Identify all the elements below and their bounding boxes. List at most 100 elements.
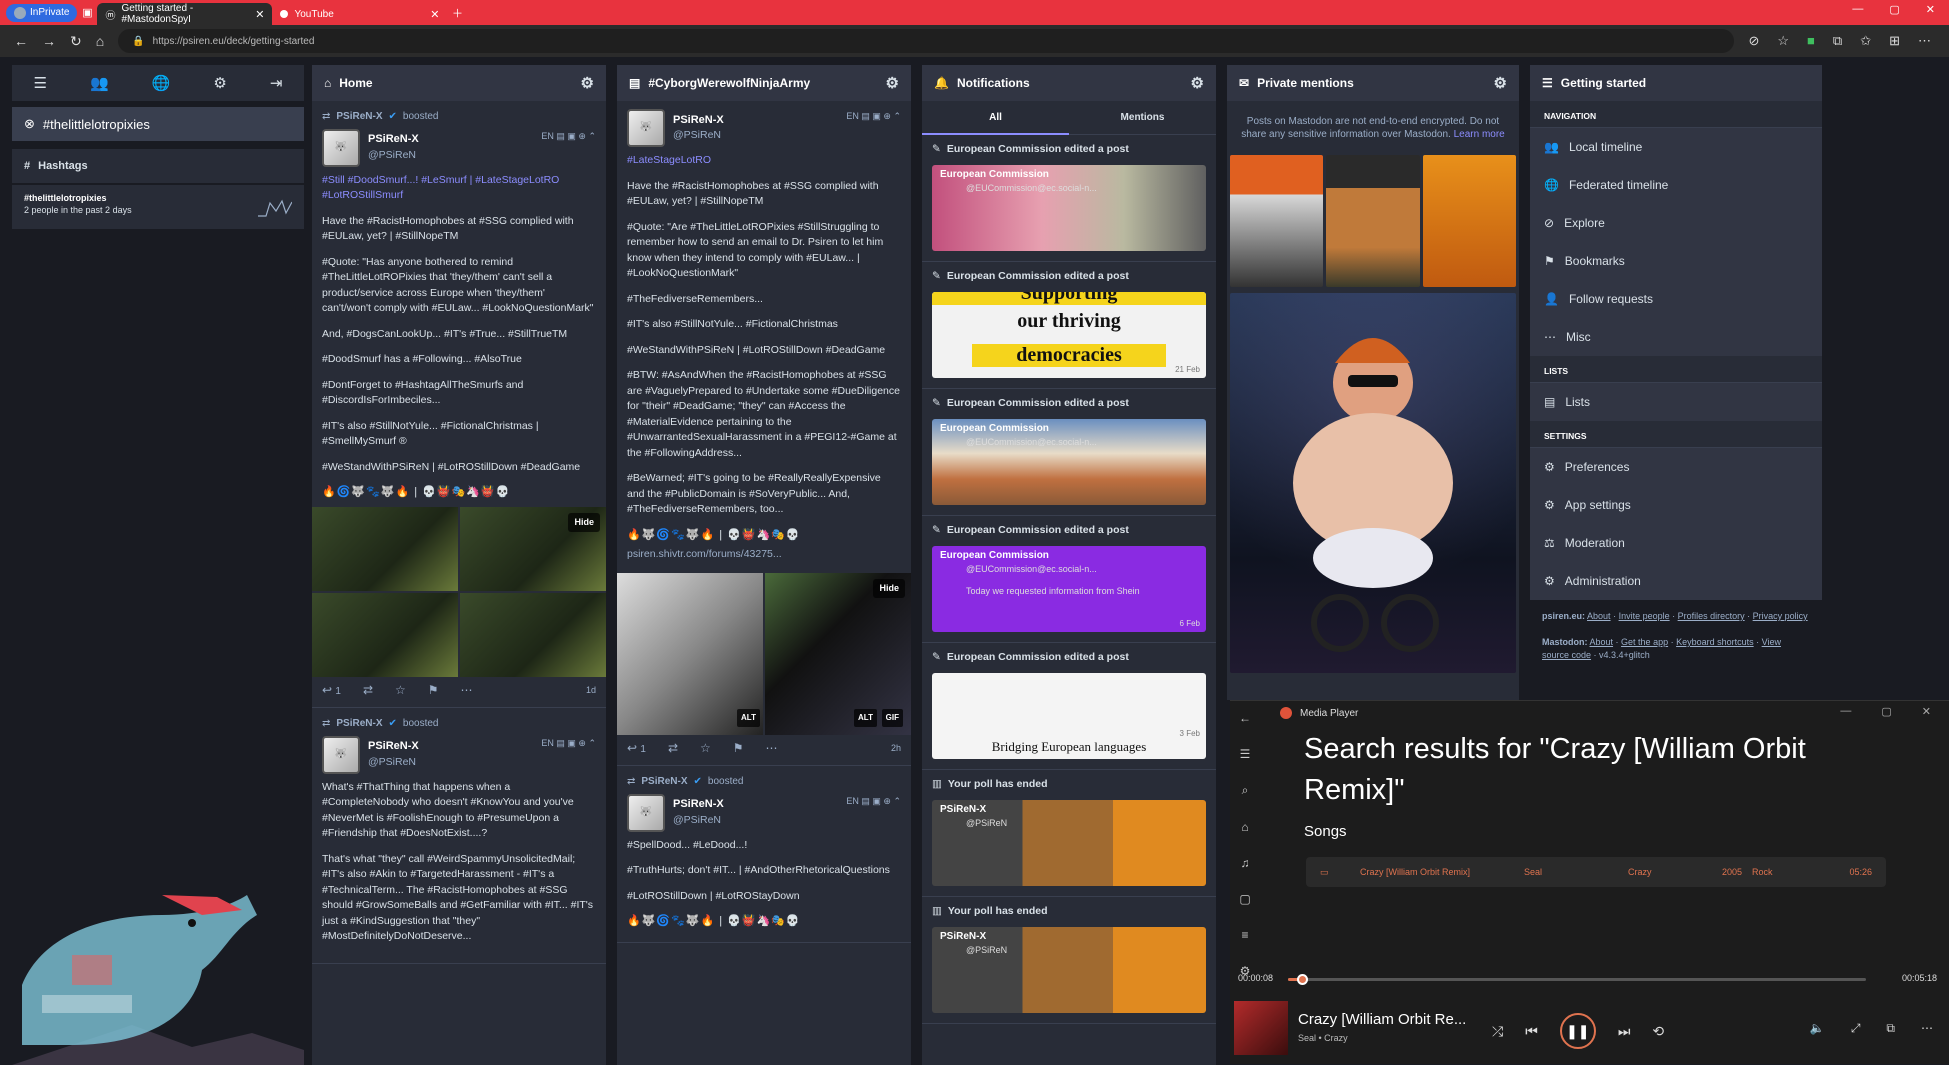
- shuffle-icon[interactable]: ⤮: [1492, 1023, 1503, 1040]
- nav-preferences[interactable]: ⚙ Preferences: [1530, 448, 1822, 486]
- reply-button[interactable]: ↩ 1: [627, 741, 646, 758]
- maximize-icon[interactable]: ▢: [1881, 705, 1891, 718]
- private-mentions-header[interactable]: ✉ Private mentions ⚙: [1227, 65, 1519, 101]
- close-circle-icon[interactable]: ⊗: [24, 116, 35, 132]
- tab-all[interactable]: All: [922, 101, 1069, 135]
- minimize-icon[interactable]: —: [1852, 3, 1863, 16]
- post-preview-card[interactable]: European Commission @EUCommission@ec.soc…: [932, 546, 1206, 632]
- collections-icon[interactable]: ⊞: [1889, 33, 1900, 49]
- media-thumbnail[interactable]: [1422, 155, 1516, 287]
- media-thumbnail[interactable]: [312, 506, 458, 591]
- booster-name[interactable]: PSiReN-X: [336, 716, 382, 732]
- nav-bookmarks[interactable]: ⚑ Bookmarks: [1530, 242, 1822, 280]
- miniplayer-icon[interactable]: ⧉: [1886, 1021, 1895, 1036]
- close-tab-icon[interactable]: ✕: [430, 8, 439, 21]
- post-author[interactable]: 🐺 PSiReN-X @PSiReN EN ▤ ▣ ⊕ ⌃: [322, 128, 596, 167]
- music-note-icon[interactable]: ♫: [1241, 856, 1250, 870]
- favourite-button[interactable]: ☆: [700, 741, 711, 757]
- avatar[interactable]: 🐺: [627, 793, 665, 832]
- poll-notification[interactable]: ▥ Your poll has ended PSiReN-X @PSiReN: [922, 897, 1216, 1024]
- nav-lists[interactable]: ▤ Lists: [1530, 383, 1822, 421]
- settings-icon[interactable]: ⚙: [213, 74, 226, 92]
- more-options-icon[interactable]: ⋯: [1921, 1021, 1933, 1036]
- close-window-icon[interactable]: ✕: [1926, 3, 1935, 16]
- favorites-icon[interactable]: ✩: [1860, 33, 1871, 49]
- song-row[interactable]: ▭ Crazy [William Orbit Remix] Seal Crazy…: [1306, 857, 1886, 887]
- pause-button[interactable]: ❚❚: [1559, 1013, 1596, 1049]
- status-post[interactable]: ⇄ PSiReN-X ✔ boosted 🐺 PSiReN-X @PSiReN EN ▤…: [312, 708, 606, 964]
- forward-icon[interactable]: →: [42, 33, 56, 49]
- media-gallery[interactable]: [1227, 155, 1519, 287]
- media-gallery[interactable]: Hide: [312, 506, 606, 677]
- people-icon[interactable]: 👥: [90, 74, 109, 92]
- media-thumbnail[interactable]: [460, 592, 606, 677]
- close-tab-icon[interactable]: ✕: [255, 8, 264, 21]
- next-icon[interactable]: ⏭: [1618, 1023, 1631, 1040]
- post-preview-card[interactable]: European Commission @EUCommission@ec.soc…: [932, 165, 1206, 251]
- bookmark-button[interactable]: ⚑: [733, 741, 744, 757]
- tracking-icon[interactable]: ⊘: [1748, 33, 1759, 49]
- post-time[interactable]: 2h: [891, 741, 901, 757]
- nav-administration[interactable]: ⚙ Administration: [1530, 562, 1822, 600]
- home-icon[interactable]: ⌂: [96, 33, 104, 49]
- search-icon[interactable]: ⌕: [1242, 783, 1249, 798]
- nav-follow-requests[interactable]: 👤 Follow requests: [1530, 280, 1822, 318]
- menu-dots-icon[interactable]: ⋯: [1918, 33, 1931, 49]
- playlist-icon[interactable]: ≡: [1241, 928, 1248, 942]
- gear-icon[interactable]: ⚙: [1494, 74, 1507, 92]
- hide-media-button[interactable]: Hide: [873, 578, 905, 598]
- fullscreen-icon[interactable]: ⤢: [1851, 1021, 1861, 1036]
- trending-tag[interactable]: #thelittlelotropixies 2 people in the pa…: [12, 185, 304, 229]
- gear-icon[interactable]: ⚙: [886, 74, 899, 92]
- nav-local-timeline[interactable]: 👥 Local timeline: [1530, 128, 1822, 166]
- learn-more-link[interactable]: Learn more: [1454, 129, 1505, 140]
- notification-item[interactable]: ✎ European Commission edited a post Bridg…: [922, 643, 1216, 770]
- url-field[interactable]: 🔒 https://psiren.eu/deck/getting-started: [118, 29, 1735, 53]
- bookmark-button[interactable]: ⚑: [428, 683, 439, 699]
- notification-item[interactable]: ✎ European Commission edited a post Europ…: [922, 516, 1216, 643]
- maximize-icon[interactable]: ▢: [1889, 3, 1899, 16]
- media-thumbnail[interactable]: [1326, 155, 1420, 287]
- nav-moderation[interactable]: ⚖ Moderation: [1530, 524, 1822, 562]
- home-icon[interactable]: ⌂: [1241, 820, 1248, 834]
- album-art[interactable]: [1234, 1001, 1288, 1055]
- nav-federated-timeline[interactable]: 🌐 Federated timeline: [1530, 166, 1822, 204]
- post-preview-card[interactable]: European Commission @EUCommission@ec.soc…: [932, 419, 1206, 505]
- volume-icon[interactable]: 🔈: [1810, 1021, 1825, 1036]
- tab-actions-icon[interactable]: ▣: [77, 6, 97, 19]
- post-author[interactable]: 🐺 PSiReN-X @PSiReN EN ▤ ▣ ⊕ ⌃: [627, 109, 901, 147]
- notifications-column-header[interactable]: 🔔 Notifications ⚙: [922, 65, 1216, 101]
- extension-icon[interactable]: ■: [1807, 33, 1815, 49]
- notification-item[interactable]: ✎ European Commission edited a post Europ…: [922, 135, 1216, 262]
- link-preview[interactable]: psiren.shivtr.com/forums/43275...: [627, 547, 901, 563]
- media-thumbnail[interactable]: [1230, 155, 1324, 287]
- hashtag-column-header[interactable]: ▤ #CyborgWerewolfNinjaArmy ⚙: [617, 65, 911, 101]
- inprivate-badge[interactable]: InPrivate: [6, 3, 78, 22]
- footer-link[interactable]: About: [1590, 637, 1614, 647]
- footer-link[interactable]: About: [1587, 611, 1611, 621]
- boost-button[interactable]: ⇄: [363, 683, 373, 699]
- menu-icon[interactable]: ☰: [34, 74, 47, 92]
- previous-icon[interactable]: ⏮: [1525, 1023, 1538, 1040]
- nav-misc[interactable]: ⋯ Misc: [1530, 318, 1822, 356]
- media-gallery[interactable]: Hide ALT ALT GIF: [617, 572, 911, 735]
- back-icon[interactable]: ←: [1239, 711, 1251, 725]
- footer-link[interactable]: Keyboard shortcuts: [1676, 637, 1754, 647]
- back-icon[interactable]: ←: [14, 33, 28, 49]
- alt-badge[interactable]: ALT: [737, 709, 760, 727]
- gear-icon[interactable]: ⚙: [1191, 74, 1204, 92]
- tab-getting-started[interactable]: ⓜ Getting started - #MastodonSpyI ✕: [97, 3, 273, 25]
- hide-media-button[interactable]: Hide: [568, 512, 600, 532]
- minimize-icon[interactable]: —: [1840, 705, 1851, 718]
- footer-link[interactable]: Profiles directory: [1678, 611, 1745, 621]
- nav-explore[interactable]: ⊘ Explore: [1530, 204, 1822, 242]
- globe-icon[interactable]: 🌐: [152, 74, 171, 92]
- song-artist[interactable]: Seal: [1524, 867, 1542, 877]
- new-tab-icon[interactable]: ＋: [447, 5, 467, 21]
- post-preview-card[interactable]: Bridging European languages 3 Feb: [932, 673, 1206, 759]
- booster-name[interactable]: PSiReN-X: [641, 774, 687, 790]
- post-preview-card[interactable]: Supporting our thriving democracies 21 F…: [932, 292, 1206, 378]
- avatar[interactable]: 🐺: [322, 128, 360, 167]
- extensions-puzzle-icon[interactable]: ⧉: [1833, 33, 1842, 49]
- post-preview-card[interactable]: PSiReN-X @PSiReN: [932, 927, 1206, 1013]
